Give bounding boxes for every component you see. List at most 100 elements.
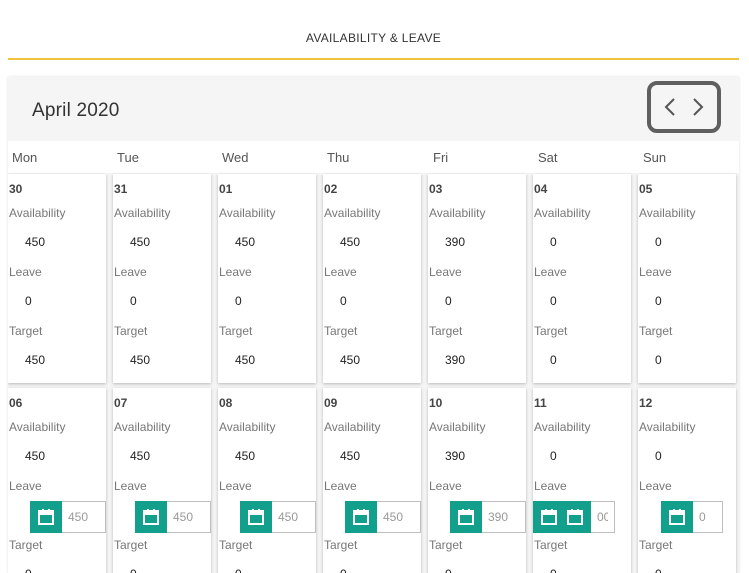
leave-input[interactable] (591, 501, 615, 533)
leave-value: 0 (655, 294, 662, 308)
leave-calendar-button[interactable] (450, 501, 482, 533)
leave-calendar-button[interactable] (559, 501, 591, 533)
calendar-icon (38, 509, 54, 525)
availability-value: 390 (445, 235, 466, 249)
leave-label: Leave (219, 479, 252, 493)
leave-editor (450, 501, 526, 533)
calendar-panel: April 2020 Mon Tue Wed Thu Fri Sat Sun 3… (8, 77, 739, 573)
target-value: 0 (235, 567, 242, 573)
day-cell: 09 Availability 450 Leave Target 0 (323, 388, 421, 573)
weekday-sat: Sat (538, 150, 558, 165)
leave-value: 0 (550, 294, 557, 308)
availability-label: Availability (534, 420, 591, 434)
leave-input[interactable] (272, 501, 316, 533)
target-value: 0 (340, 567, 347, 573)
leave-input[interactable] (693, 501, 723, 533)
day-cell: 05 Availability 0 Leave 0 Target 0 (638, 174, 736, 383)
availability-label: Availability (324, 206, 381, 220)
target-label: Target (534, 538, 568, 552)
availability-value: 450 (235, 449, 256, 463)
weekday-thu: Thu (327, 150, 350, 165)
availability-label: Availability (219, 420, 276, 434)
target-value: 0 (130, 567, 137, 573)
day-number: 01 (219, 182, 233, 196)
leave-label: Leave (324, 479, 357, 493)
target-label: Target (114, 538, 148, 552)
leave-label: Leave (114, 479, 147, 493)
weekday-tue: Tue (117, 150, 139, 165)
day-cell: 10 Availability 390 Leave Target 0 (428, 388, 526, 573)
page-header: AVAILABILITY & LEAVE (8, 0, 739, 60)
leave-editor (533, 501, 615, 533)
availability-label: Availability (639, 420, 696, 434)
prev-month-button[interactable] (661, 95, 679, 119)
target-label: Target (324, 324, 358, 338)
leave-editor (135, 501, 211, 533)
target-label: Target (639, 538, 673, 552)
day-cell: 08 Availability 450 Leave Target 0 (218, 388, 316, 573)
target-value: 450 (340, 353, 361, 367)
leave-label: Leave (639, 479, 672, 493)
leave-input[interactable] (62, 501, 106, 533)
day-cell: 01 Availability 450 Leave 0 Target 450 (218, 174, 316, 383)
day-number: 10 (429, 396, 443, 410)
weekday-sun: Sun (643, 150, 667, 165)
target-value: 0 (655, 567, 662, 573)
day-cell: 07 Availability 450 Leave Target 0 (113, 388, 211, 573)
target-label: Target (219, 538, 253, 552)
availability-label: Availability (114, 420, 171, 434)
leave-calendar-button[interactable] (661, 501, 693, 533)
leave-calendar-button[interactable] (30, 501, 62, 533)
day-number: 02 (324, 182, 338, 196)
weekday-fri: Fri (433, 150, 449, 165)
day-number: 06 (9, 396, 23, 410)
target-value: 450 (130, 353, 151, 367)
leave-input[interactable] (377, 501, 421, 533)
leave-calendar-button[interactable] (345, 501, 377, 533)
availability-label: Availability (9, 420, 66, 434)
availability-value: 450 (340, 449, 361, 463)
leave-editor (240, 501, 316, 533)
day-number: 12 (639, 396, 653, 410)
calendar-icon (458, 509, 474, 525)
availability-value: 450 (130, 235, 151, 249)
weekday-mon: Mon (12, 150, 38, 165)
day-number: 05 (639, 182, 653, 196)
calendar-icon (143, 509, 159, 525)
leave-input[interactable] (482, 501, 526, 533)
leave-label: Leave (639, 265, 672, 279)
month-label: April 2020 (32, 100, 120, 121)
leave-calendar-button[interactable] (240, 501, 272, 533)
leave-label: Leave (324, 265, 357, 279)
leave-label: Leave (429, 479, 462, 493)
day-cell: 04 Availability 0 Leave 0 Target 0 (533, 174, 631, 383)
target-value: 0 (445, 567, 452, 573)
availability-value: 450 (130, 449, 151, 463)
day-cell: 11 Availability 0 Leave Target 0 (533, 388, 631, 573)
day-cell: 02 Availability 450 Leave 0 Target 450 (323, 174, 421, 383)
availability-label: Availability (639, 206, 696, 220)
day-number: 30 (9, 182, 23, 196)
target-label: Target (9, 538, 43, 552)
availability-label: Availability (534, 206, 591, 220)
leave-editor (345, 501, 421, 533)
day-cell: 31 Availability 450 Leave 0 Target 450 (113, 174, 211, 383)
availability-label: Availability (219, 206, 276, 220)
target-label: Target (114, 324, 148, 338)
calendar-icon (567, 509, 583, 525)
day-cell: 12 Availability 0 Leave Target 0 (638, 388, 736, 573)
availability-label: Availability (9, 206, 66, 220)
leave-calendar-button[interactable] (135, 501, 167, 533)
leave-label: Leave (9, 265, 42, 279)
target-label: Target (324, 538, 358, 552)
availability-label: Availability (114, 206, 171, 220)
target-value: 0 (655, 353, 662, 367)
target-label: Target (639, 324, 673, 338)
target-label: Target (219, 324, 253, 338)
availability-label: Availability (324, 420, 381, 434)
next-month-button[interactable] (689, 95, 707, 119)
availability-value: 450 (235, 235, 256, 249)
target-label: Target (9, 324, 43, 338)
leave-editor (661, 501, 723, 533)
leave-input[interactable] (167, 501, 211, 533)
